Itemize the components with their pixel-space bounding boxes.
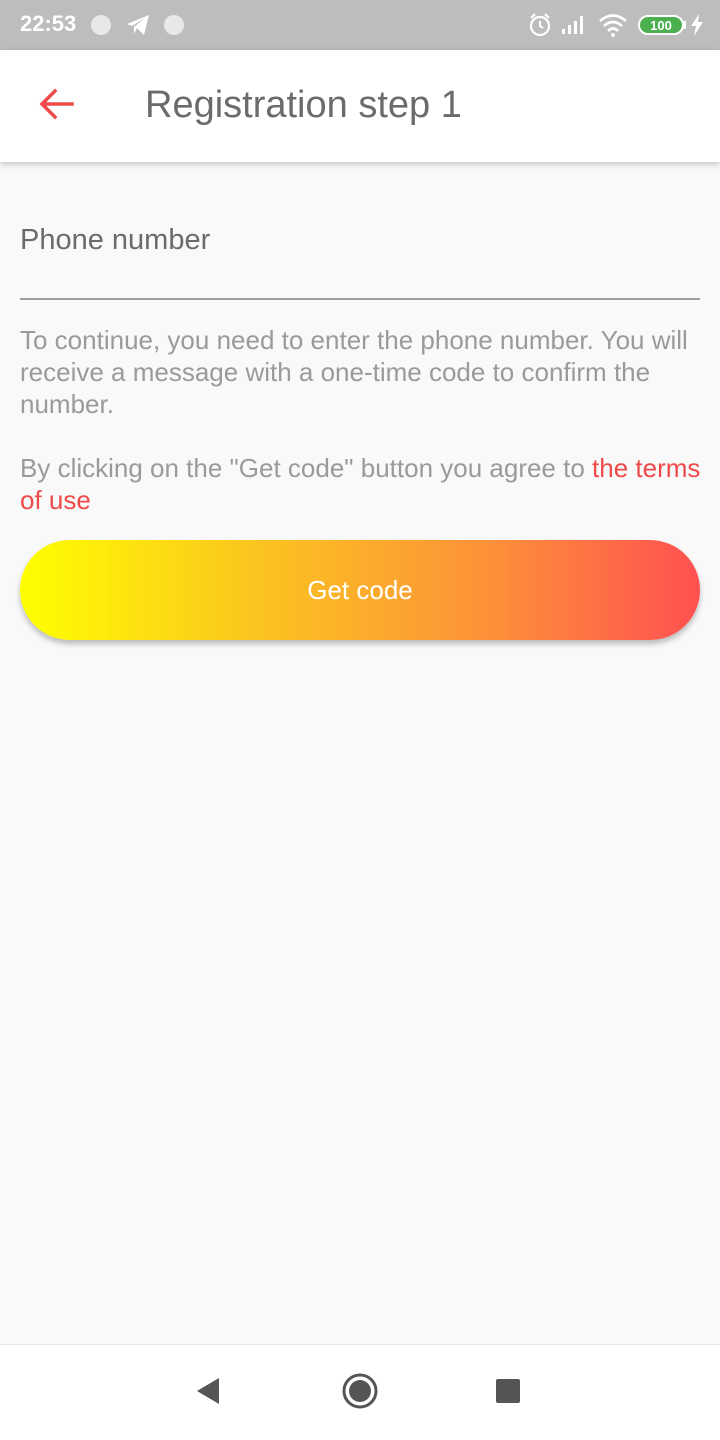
battery-icon: 100 <box>638 15 684 35</box>
get-code-button[interactable]: Get code <box>20 540 700 640</box>
page-title: Registration step 1 <box>145 84 462 126</box>
help-text: To continue, you need to enter the phone… <box>20 325 688 419</box>
home-circle-icon <box>341 1372 379 1415</box>
system-nav-bar <box>0 1344 720 1440</box>
nav-recents-button[interactable] <box>488 1373 528 1413</box>
back-button[interactable] <box>28 78 84 134</box>
alarm-icon <box>528 12 552 43</box>
nav-back-button[interactable] <box>188 1373 228 1413</box>
signal-icon <box>560 12 588 41</box>
notification-circle-icon <box>164 15 184 35</box>
terms-text: By clicking on the "Get code" button you… <box>20 452 710 516</box>
back-triangle-icon <box>195 1376 221 1411</box>
recents-square-icon <box>495 1378 521 1409</box>
status-time: 22:53 <box>20 11 77 36</box>
battery-level: 100 <box>650 17 672 33</box>
telegram-icon <box>125 13 151 42</box>
wifi-icon <box>598 12 628 43</box>
terms-prefix: By clicking on the "Get code" button you… <box>20 453 593 483</box>
app-bar: Registration step 1 <box>0 50 720 162</box>
get-code-label: Get code <box>307 574 413 605</box>
notification-circle-icon <box>91 15 111 35</box>
status-bar: 22:53 100 <box>0 0 720 50</box>
nav-home-button[interactable] <box>340 1373 380 1413</box>
charging-icon <box>690 14 704 41</box>
battery-tip <box>683 21 686 29</box>
phone-number-field[interactable]: Phone number <box>20 210 700 300</box>
phone-number-label: Phone number <box>20 224 211 256</box>
arrow-left-icon <box>38 88 74 125</box>
